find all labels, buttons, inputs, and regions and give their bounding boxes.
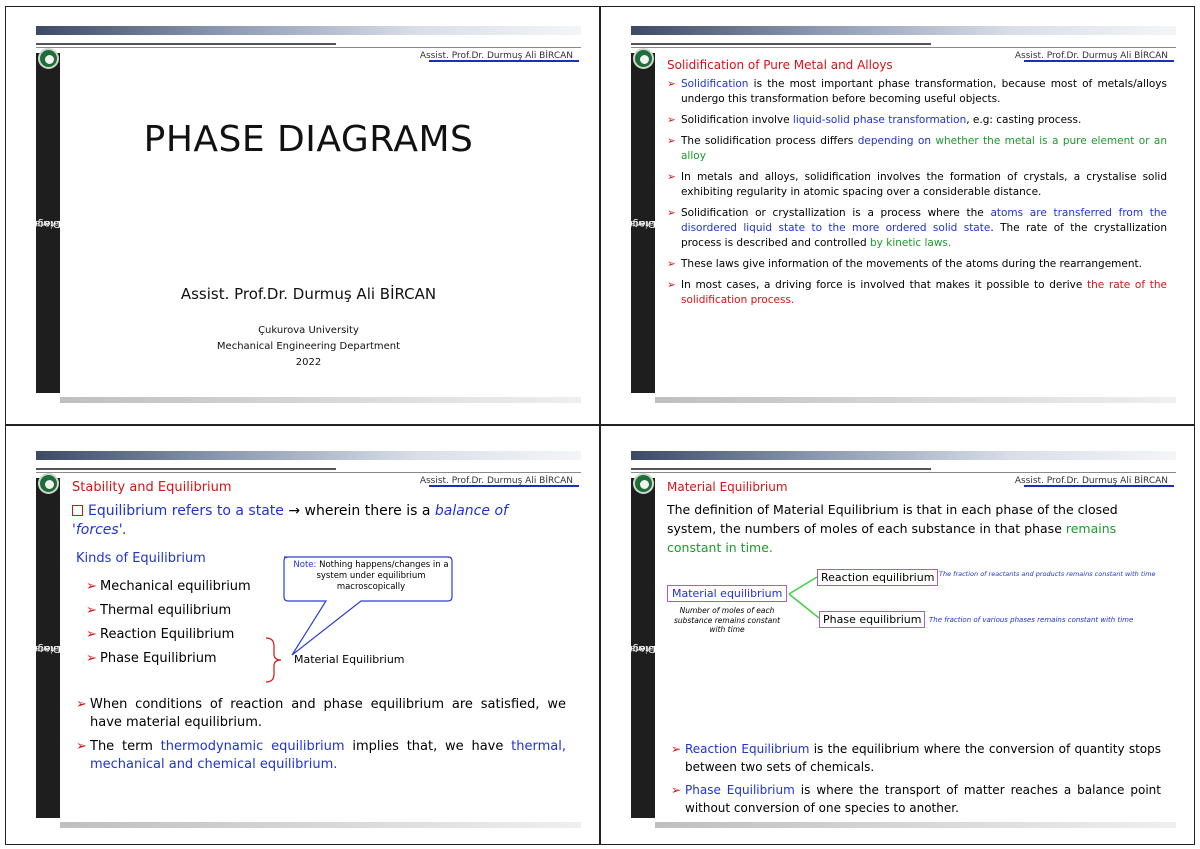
presentation-title: PHASE DIAGRAMS <box>143 119 474 160</box>
reaction-equilibrium-box: Reaction equilibrium <box>817 569 939 586</box>
bullet-list: ➢ Solidification is the most important ph… <box>667 77 1167 308</box>
slide-material-equilibrium: Assist. Prof.Dr. Durmuş Ali BİRCAN ME 20… <box>631 448 1176 840</box>
list-item: ➢ When conditions of reaction and phase e… <box>76 697 566 730</box>
checkbox-bullet-icon <box>72 505 83 516</box>
list-item: ➢ Solidification is the most important ph… <box>667 78 1167 105</box>
header-rule <box>36 468 336 470</box>
header-rule-thin <box>36 47 581 48</box>
equilibrium-types-list: ➢ Reaction Equilibrium is the equilibrium… <box>671 740 1161 817</box>
note-text: Note: Nothing happens/changes in a syste… <box>293 560 449 592</box>
header-author: Assist. Prof.Dr. Durmuş Ali BİRCAN <box>1014 51 1168 61</box>
phase-note: The fraction of various phases remains c… <box>929 616 1134 624</box>
list-item: ➢ In most cases, a driving force is invol… <box>667 279 1167 306</box>
footer-band <box>60 822 581 828</box>
brace-icon <box>265 637 282 683</box>
presenter-name: Assist. Prof.Dr. Durmuş Ali BİRCAN <box>180 285 437 303</box>
slide-cell-4: Assist. Prof.Dr. Durmuş Ali BİRCAN ME 20… <box>600 425 1195 845</box>
slide-cell-1: Assist. Prof.Dr. Durmuş Ali BİRCAN ME 20… <box>5 6 600 425</box>
header-rule <box>36 43 336 45</box>
list-item: ➢ Phase Equilibrium is where the transpor… <box>671 783 1161 815</box>
phase-equilibrium-box: Phase equilibrium <box>819 611 926 628</box>
list-item: ➢ These laws give information of the move… <box>667 258 1142 270</box>
list-item: ➢ The term thermodynamic equilibrium impl… <box>76 739 566 772</box>
kinds-heading: Kinds of Equilibrium <box>76 551 206 566</box>
slide-cell-3: Assist. Prof.Dr. Durmuş Ali BİRCAN ME 20… <box>5 425 600 845</box>
department-name: Mechanical Engineering Department <box>216 341 401 352</box>
slide-stability: Assist. Prof.Dr. Durmuş Ali BİRCAN ME 20… <box>36 448 581 840</box>
moles-note: Number of moles of each substance remain… <box>673 606 781 634</box>
sidebar-course: ME 208 Materials Science IIPhase Diagram… <box>36 643 98 654</box>
footer-band <box>655 822 1176 828</box>
header-rule-thin <box>631 47 1176 48</box>
footer-band <box>655 397 1176 403</box>
conclusion-list: ➢ When conditions of reaction and phase e… <box>76 696 566 774</box>
footer-band <box>60 397 581 403</box>
list-item: ➢ The solidification process differs depe… <box>667 135 1167 162</box>
list-item: ➢ Reaction Equilibrium is the equilibrium… <box>671 742 1162 774</box>
slide-heading: Solidification of Pure Metal and Alloys <box>667 58 893 72</box>
slide-heading: Stability and Equilibrium <box>72 480 232 495</box>
list-item: ➢ In metals and alloys, solidification in… <box>667 171 1167 198</box>
sidebar-course: ME 208 Materials Science IIPhase Diagram… <box>631 218 693 229</box>
slide-cell-2: Assist. Prof.Dr. Durmuş Ali BİRCAN ME 20… <box>600 6 1195 425</box>
header-band <box>36 26 581 35</box>
presentation-year: 2022 <box>295 357 322 368</box>
equilibrium-definition: Equilibrium refers to a state → wherein … <box>72 503 508 538</box>
slide-title-page: Assist. Prof.Dr. Durmuş Ali BİRCAN ME 20… <box>36 23 581 415</box>
header-author: Assist. Prof.Dr. Durmuş Ali BİRCAN <box>419 51 573 61</box>
header-rule <box>631 43 931 45</box>
material-equilibrium-box: Material equilibrium <box>667 585 788 602</box>
list-item: ➢ Solidification or crystallization is a … <box>667 207 1168 249</box>
header-band <box>36 451 581 460</box>
material-equilibrium-label: Material Equilibrium <box>294 653 405 666</box>
header-rule-thin <box>36 472 581 473</box>
list-item: ➢ Solidification involve liquid-solid pha… <box>667 114 1082 126</box>
university-name: Çukurova University <box>258 325 359 336</box>
slide-solidification: Assist. Prof.Dr. Durmuş Ali BİRCAN ME 20… <box>631 23 1176 415</box>
reaction-note: The fraction of reactants and products r… <box>939 570 1156 578</box>
header-author: Assist. Prof.Dr. Durmuş Ali BİRCAN <box>419 476 573 486</box>
header-band <box>631 26 1176 35</box>
